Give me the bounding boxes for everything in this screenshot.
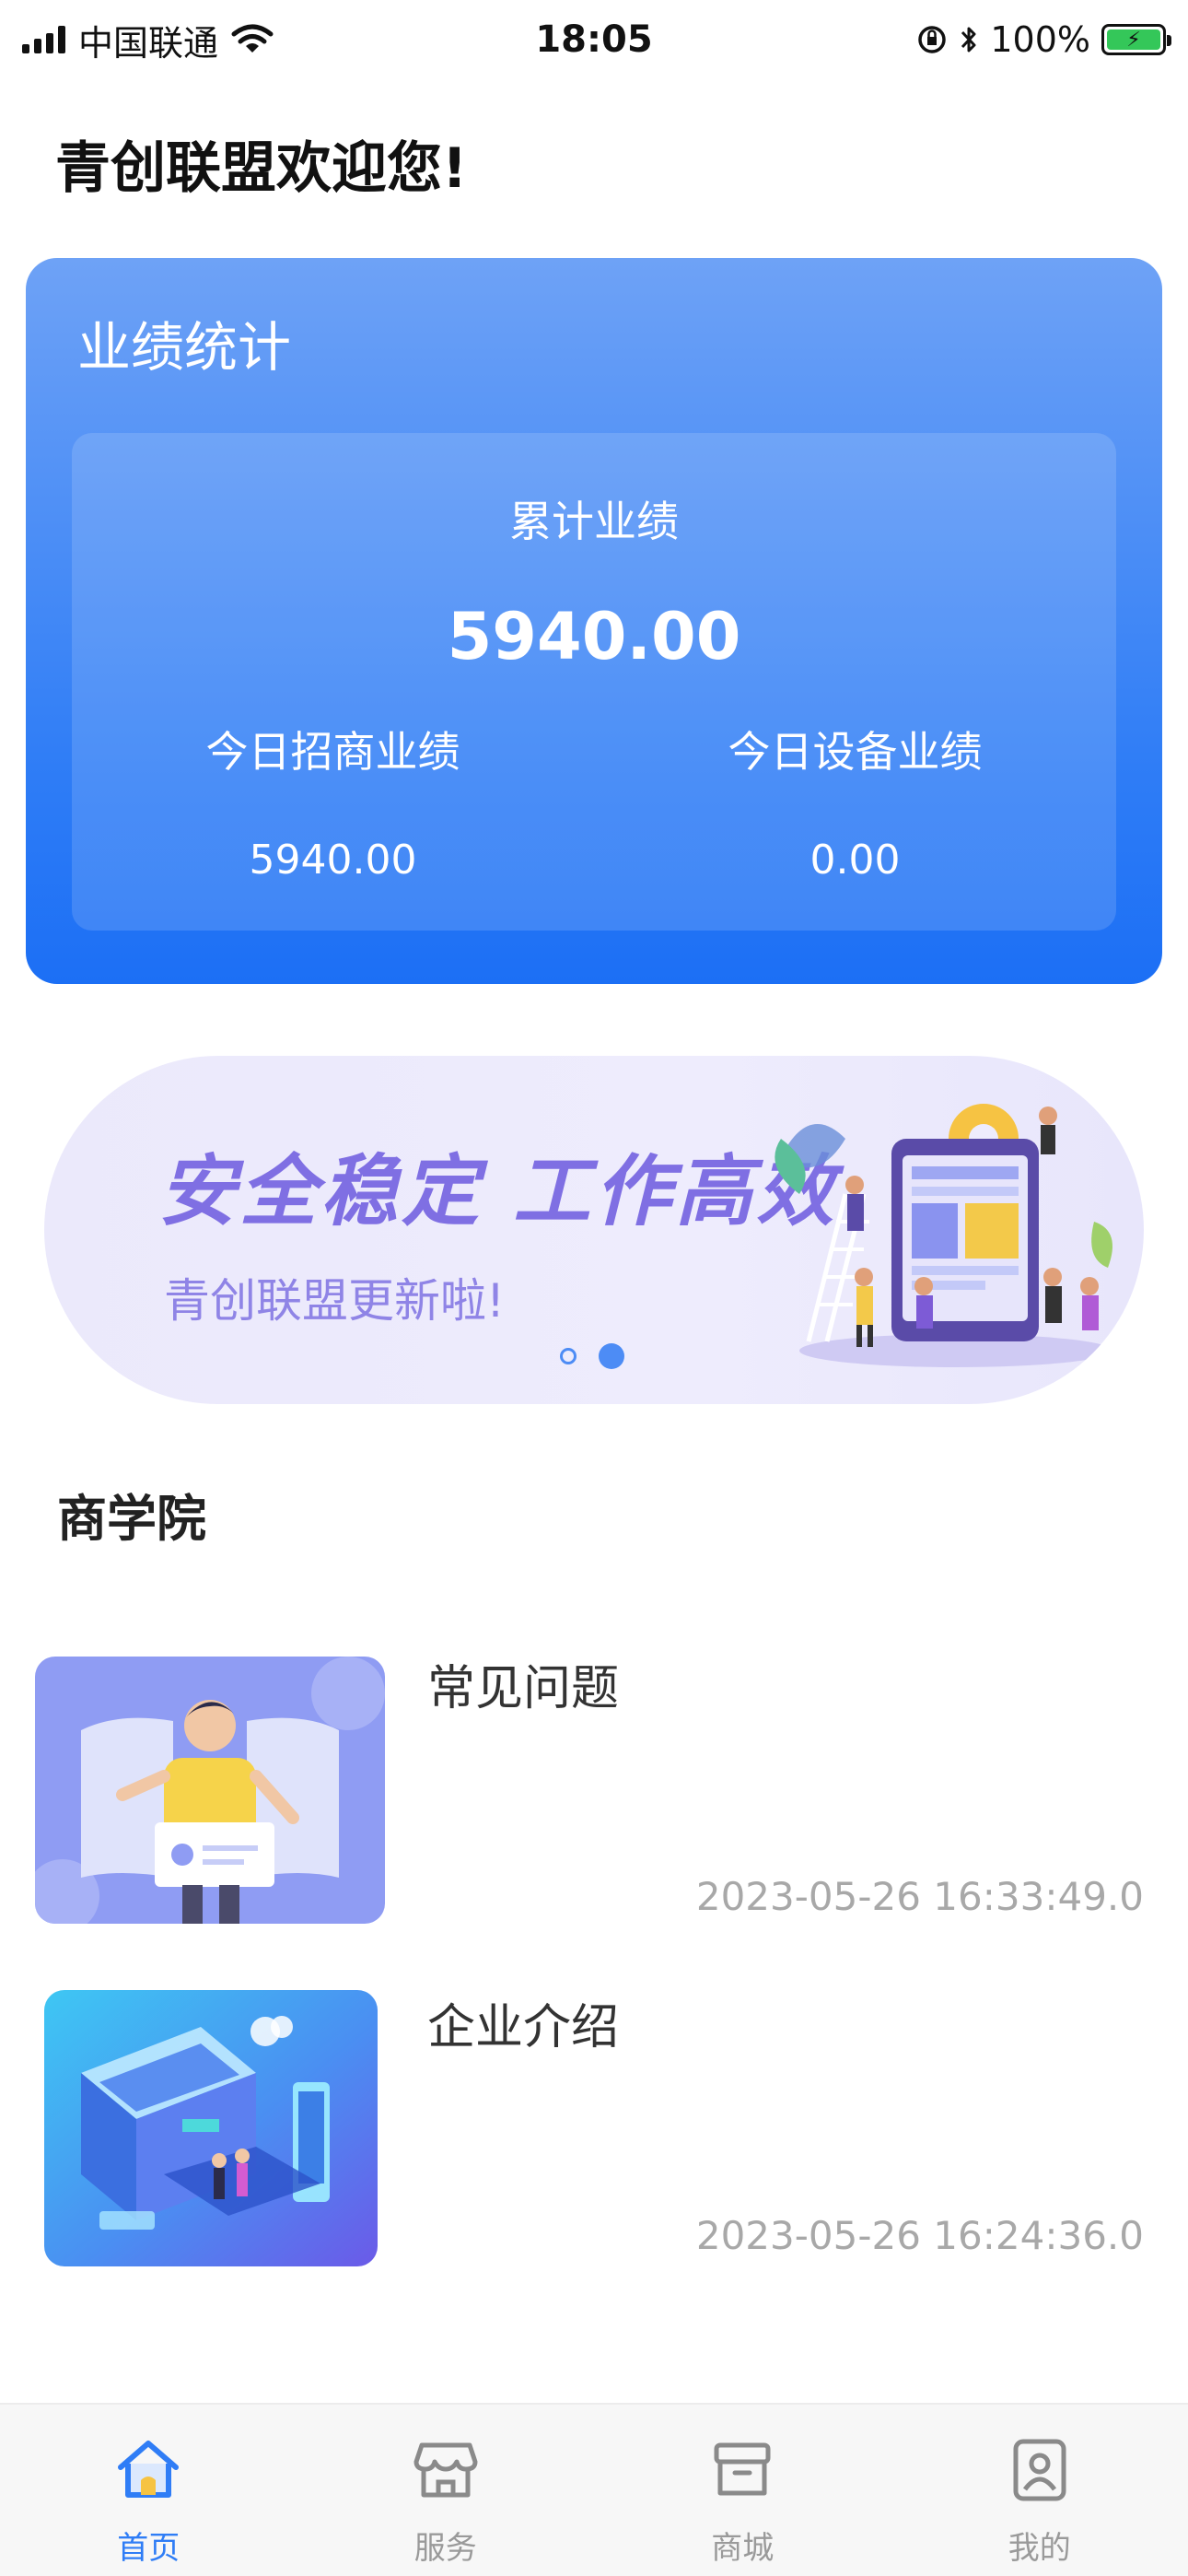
status-time: 18:05 [535, 18, 653, 61]
stats-panel: 累计业绩 5940.00 今日招商业绩 5940.00 今日设备业绩 0.00 [72, 433, 1116, 931]
tab-mall-label: 商城 [711, 2530, 775, 2567]
tab-mall[interactable]: 商城 [594, 2405, 891, 2576]
stats-title: 业绩统计 [77, 316, 292, 379]
tab-mine-label: 我的 [1007, 2530, 1071, 2567]
section-title: 商学院 [57, 1490, 206, 1548]
profile-icon [1013, 2439, 1066, 2501]
banner-subtitle: 青创联盟更新啦! [164, 1274, 506, 1328]
today-device-label: 今日设备业绩 [728, 727, 983, 777]
tab-service[interactable]: 服务 [297, 2405, 595, 2576]
article-item[interactable]: 企业介绍 2023-05-26 16:24:36.0 [35, 1988, 1188, 2283]
article-thumbnail [44, 1990, 378, 2266]
article-date: 2023-05-26 16:24:36.0 [695, 2213, 1144, 2258]
today-merchant-value: 5940.00 [249, 837, 417, 884]
tab-home[interactable]: 首页 [0, 2405, 297, 2576]
tab-home-label: 首页 [117, 2530, 181, 2567]
carousel-dot-active[interactable] [599, 1343, 624, 1369]
banner-illustration [775, 1104, 1112, 1367]
article-title: 常见问题 [427, 1661, 620, 1716]
performance-stats-card: 业绩统计 累计业绩 5940.00 今日招商业绩 5940.00 今日设备业绩 … [26, 258, 1162, 984]
article-thumbnail [35, 1657, 385, 1924]
promo-banner[interactable]: 安全稳定 工作高效 青创联盟更新啦! [44, 1056, 1144, 1404]
home-page: 中国联通 18:05 100% ⚡ 青创联盟欢迎您! 业绩统计 累计业绩 594… [0, 0, 1188, 2576]
article-item[interactable]: 常见问题 2023-05-26 16:33:49.0 [35, 1649, 1188, 1944]
banner-title: 安全稳定 工作高效 [158, 1146, 838, 1236]
today-device-value: 0.00 [809, 837, 901, 884]
battery-icon: ⚡ [1101, 24, 1171, 55]
store-icon [413, 2442, 478, 2498]
box-icon [714, 2442, 771, 2496]
today-device-stat: 今日设备业绩 0.00 [594, 719, 1116, 884]
carousel-indicator[interactable] [560, 1343, 624, 1369]
tab-mine[interactable]: 我的 [891, 2405, 1188, 2576]
greeting-title: 青创联盟欢迎您! [55, 136, 468, 201]
status-bar: 中国联通 18:05 100% ⚡ [0, 0, 1188, 79]
article-date: 2023-05-26 16:33:49.0 [695, 1874, 1144, 1919]
tab-service-label: 服务 [413, 2530, 477, 2567]
bottom-tab-bar: 首页 服务 商城 我的 [0, 2403, 1188, 2576]
carousel-dot[interactable] [560, 1348, 577, 1364]
total-performance-label: 累计业绩 [509, 497, 679, 546]
article-title: 企业介绍 [427, 2000, 620, 2055]
today-merchant-stat: 今日招商业绩 5940.00 [72, 719, 594, 884]
total-performance-value: 5940.00 [447, 599, 741, 674]
home-icon [118, 2441, 180, 2498]
today-merchant-label: 今日招商业绩 [205, 727, 460, 777]
